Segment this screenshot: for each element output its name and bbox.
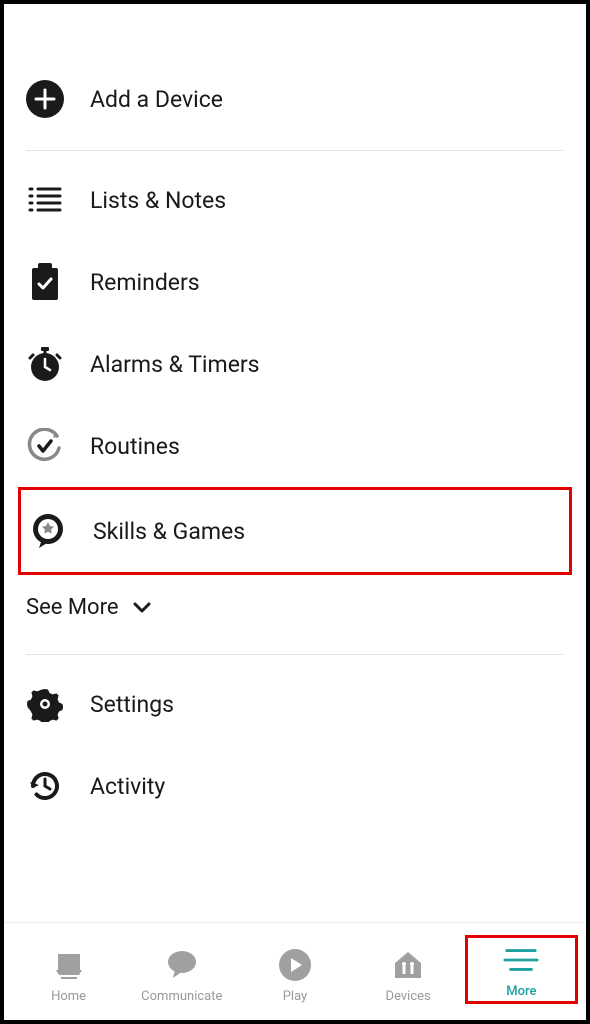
devices-house-icon [390,947,426,983]
nav-more[interactable]: More [465,935,578,1004]
divider [26,150,564,151]
main-menu: Add a Device Lists & Notes Reminders Ala… [4,4,586,922]
nav-label: Devices [386,989,431,1004]
menu-item-label: Add a Device [90,86,223,113]
history-icon [26,767,64,805]
nav-communicate[interactable]: Communicate [125,947,238,1004]
menu-item-routines[interactable]: Routines [26,405,564,487]
menu-item-label: Skills & Games [93,518,245,545]
nav-devices[interactable]: Devices [352,947,465,1004]
nav-label: More [506,984,536,999]
chevron-down-icon [133,595,151,620]
menu-item-skills-games[interactable]: Skills & Games [18,487,572,575]
nav-label: Play [283,989,308,1004]
alarm-clock-icon [26,345,64,383]
menu-item-label: Reminders [90,269,200,296]
menu-item-label: Settings [90,691,174,718]
see-more-label: See More [26,595,119,620]
play-circle-icon [277,947,313,983]
menu-item-reminders[interactable]: Reminders [26,241,564,323]
home-icon [51,947,87,983]
menu-item-settings[interactable]: Settings [26,663,564,745]
list-icon [26,181,64,219]
menu-item-activity[interactable]: Activity [26,745,564,827]
nav-home[interactable]: Home [12,947,125,1004]
bottom-nav: Home Communicate Play Devices More [4,922,586,1020]
menu-item-lists-notes[interactable]: Lists & Notes [26,159,564,241]
see-more-toggle[interactable]: See More [26,575,564,644]
nav-play[interactable]: Play [238,947,351,1004]
menu-item-label: Alarms & Timers [90,351,260,378]
routines-cycle-icon [26,427,64,465]
menu-item-alarms-timers[interactable]: Alarms & Timers [26,323,564,405]
menu-item-add-device[interactable]: Add a Device [26,58,564,140]
nav-label: Home [51,989,86,1004]
clipboard-check-icon [26,263,64,301]
gear-icon [26,685,64,723]
plus-circle-icon [26,80,64,118]
menu-item-label: Activity [90,773,165,800]
speech-star-icon [29,512,67,550]
hamburger-menu-icon [503,942,539,978]
nav-label: Communicate [141,989,222,1004]
speech-bubble-icon [164,947,200,983]
menu-item-label: Routines [90,433,180,460]
divider [26,654,564,655]
menu-item-label: Lists & Notes [90,187,226,214]
